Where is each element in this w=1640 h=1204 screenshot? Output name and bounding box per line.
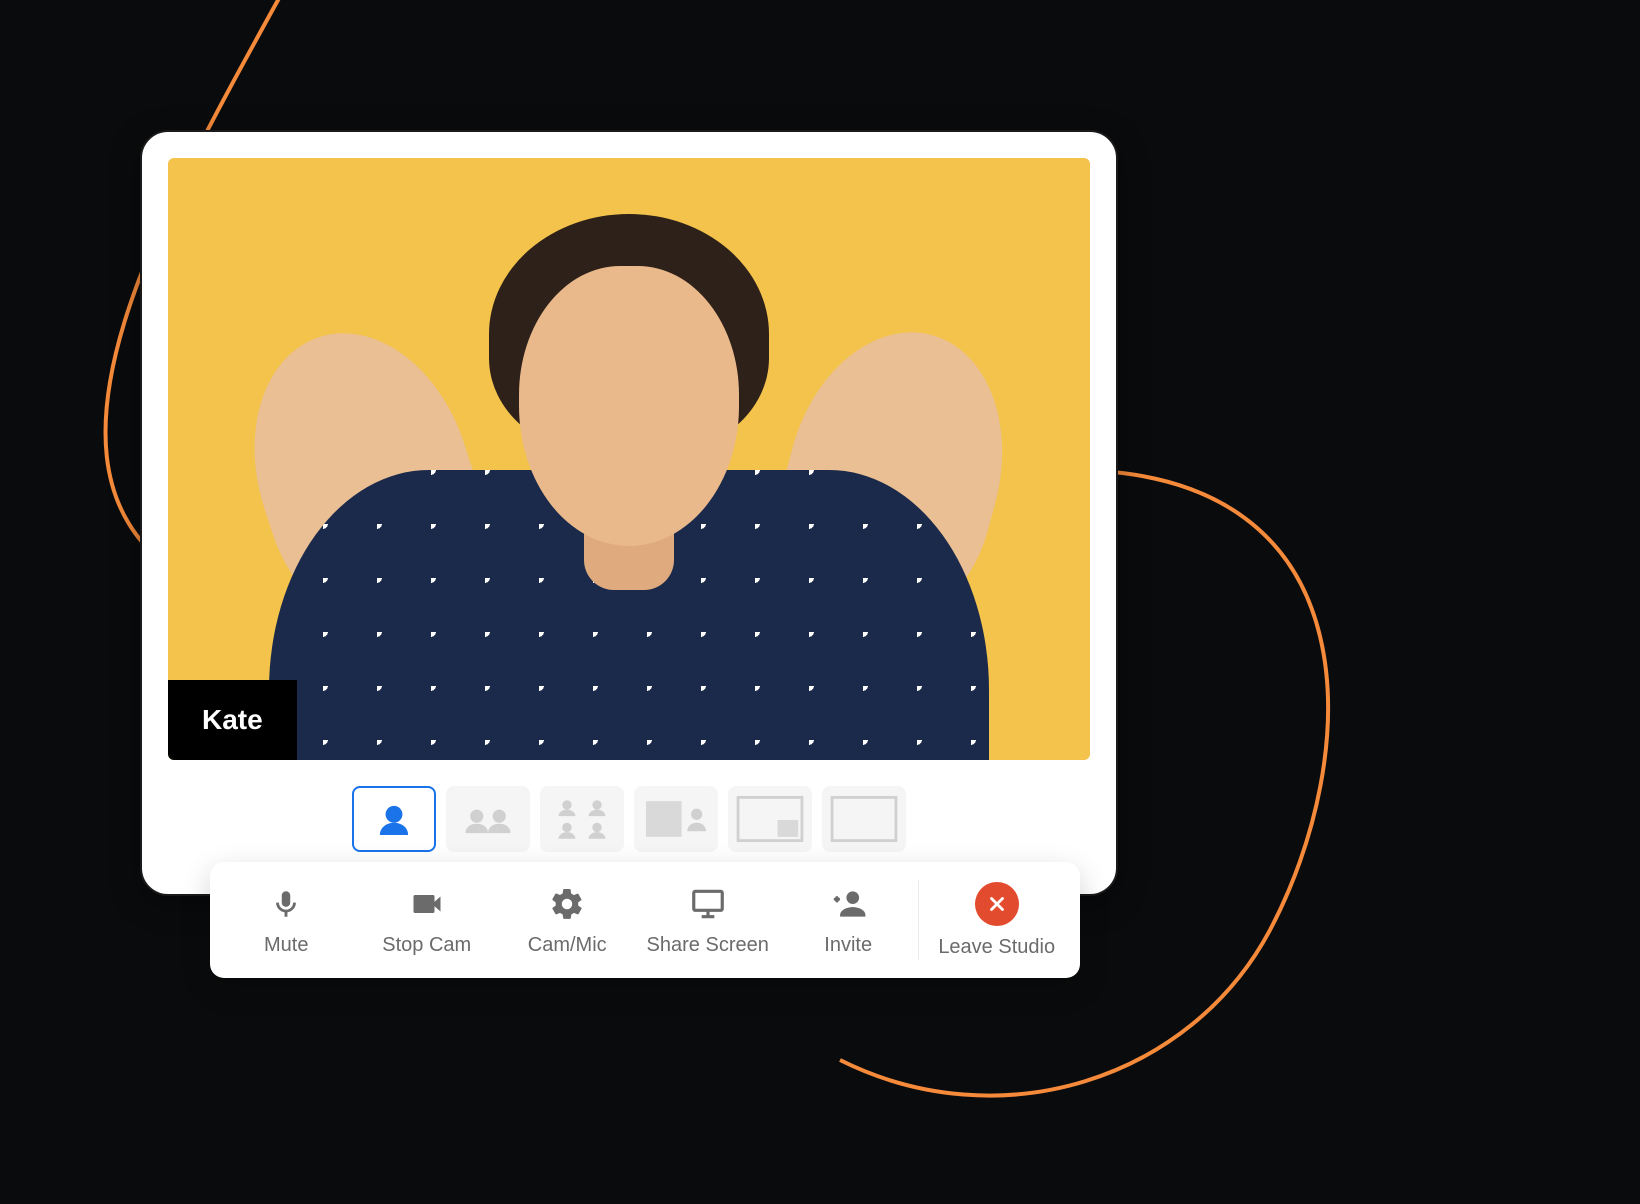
video-call-window: Kate: [140, 130, 1118, 896]
participant-figure: [269, 180, 989, 760]
layout-fullscreen[interactable]: [822, 786, 906, 852]
two-people-icon: [448, 788, 528, 850]
close-icon: [975, 882, 1019, 926]
participant-name-tag: Kate: [168, 680, 297, 760]
cam-mic-label: Cam/Mic: [528, 934, 607, 957]
layout-pip[interactable]: [728, 786, 812, 852]
stop-cam-label: Stop Cam: [382, 934, 471, 957]
monitor-icon: [688, 884, 728, 924]
fullscreen-icon: [824, 788, 904, 850]
cam-mic-button[interactable]: Cam/Mic: [497, 862, 637, 978]
layout-presenter-side[interactable]: [634, 786, 718, 852]
mute-button[interactable]: Mute: [216, 862, 356, 978]
invite-button[interactable]: Invite: [778, 862, 918, 978]
add-person-icon: [828, 884, 868, 924]
grid-people-icon: [542, 788, 622, 850]
layout-grid[interactable]: [540, 786, 624, 852]
microphone-icon: [266, 884, 306, 924]
leave-studio-button[interactable]: Leave Studio: [919, 862, 1074, 978]
mute-label: Mute: [264, 934, 308, 957]
layout-single[interactable]: [352, 786, 436, 852]
leave-label: Leave Studio: [938, 936, 1055, 959]
layout-two-up[interactable]: [446, 786, 530, 852]
participant-name: Kate: [202, 704, 263, 735]
participant-video: Kate: [168, 158, 1090, 760]
share-screen-button[interactable]: Share Screen: [637, 862, 777, 978]
stop-cam-button[interactable]: Stop Cam: [356, 862, 496, 978]
invite-label: Invite: [824, 934, 872, 957]
control-toolbar: Mute Stop Cam Cam/Mic Share Screen Invit…: [210, 862, 1080, 978]
layout-selector: [142, 786, 1116, 862]
presenter-side-icon: [636, 788, 716, 850]
gear-icon: [547, 884, 587, 924]
person-icon: [354, 788, 434, 850]
share-screen-label: Share Screen: [647, 934, 769, 957]
pip-icon: [730, 788, 810, 850]
camera-icon: [407, 884, 447, 924]
